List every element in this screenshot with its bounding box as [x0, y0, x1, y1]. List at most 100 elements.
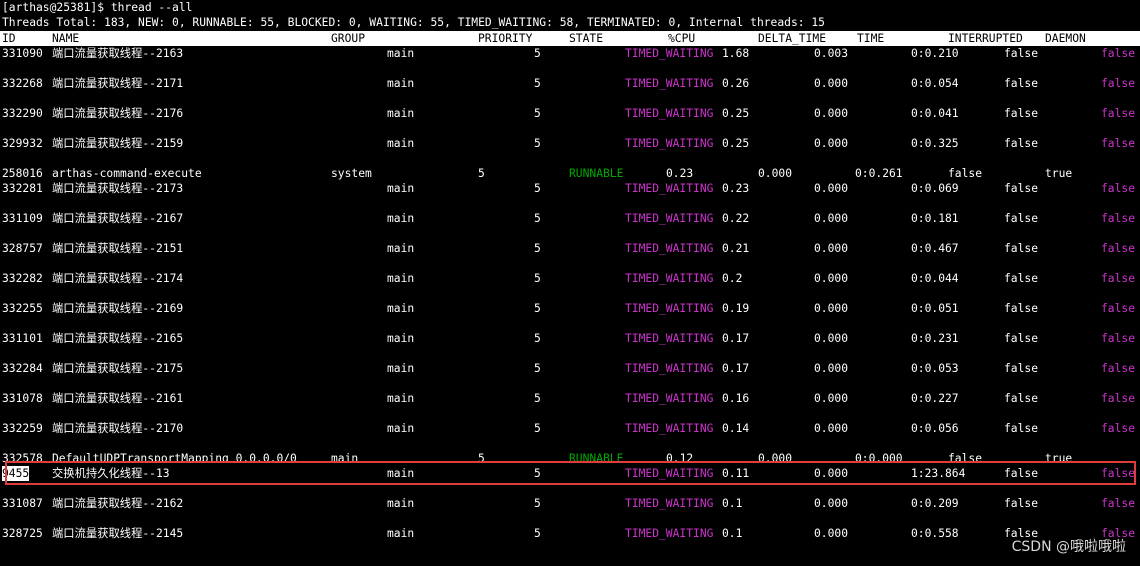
- cell-delta-time: 0.000: [814, 272, 849, 285]
- table-row: 328757 端口流量获取线程--2151 main 5 TIMED_WAITI…: [0, 241, 1140, 256]
- header-interrupted: INTERRUPTED: [948, 32, 1023, 45]
- cell-interrupted: false: [1004, 107, 1039, 120]
- cell-interrupted: false: [1004, 422, 1039, 435]
- cell-daemon: false: [1101, 77, 1136, 90]
- cell-time: 0:0.325: [911, 137, 959, 150]
- cell-id: 332268: [2, 77, 43, 90]
- header-id: ID: [2, 32, 16, 45]
- highlight-box: [5, 461, 1136, 485]
- cell-interrupted: false: [1004, 272, 1039, 285]
- cell-delta-time: 0.000: [814, 302, 849, 315]
- cell-priority: 5: [534, 182, 541, 195]
- cell-time: 0:0.056: [911, 422, 959, 435]
- cell-priority: 5: [478, 167, 485, 180]
- cell-id: 328725: [2, 527, 43, 540]
- table-row: 332281 端口流量获取线程--2173 main 5 TIMED_WAITI…: [0, 181, 1140, 196]
- cell-time: 0:0.069: [911, 182, 959, 195]
- table-row: 331087 端口流量获取线程--2162 main 5 TIMED_WAITI…: [0, 496, 1140, 511]
- cell-delta-time: 0.000: [758, 167, 793, 180]
- cell-group: main: [387, 272, 415, 285]
- cell-delta-time: 0.000: [814, 362, 849, 375]
- cell-group: main: [387, 497, 415, 510]
- cell-id: 331087: [2, 497, 43, 510]
- cell-delta-time: 0.000: [814, 242, 849, 255]
- cell-daemon: false: [1101, 272, 1136, 285]
- cell-time: 0:0.051: [911, 302, 959, 315]
- cell-delta-time: 0.000: [814, 332, 849, 345]
- cell-daemon: false: [1101, 47, 1136, 60]
- cell-delta-time: 0.000: [814, 212, 849, 225]
- cell-cpu: 0.17: [722, 332, 750, 345]
- cell-name: 端口流量获取线程--2169: [52, 302, 184, 315]
- cell-name: 端口流量获取线程--2159: [52, 137, 184, 150]
- cell-name: 端口流量获取线程--2176: [52, 107, 184, 120]
- cell-id: 332259: [2, 422, 43, 435]
- cell-time: 0:0.181: [911, 212, 959, 225]
- cell-state: TIMED_WAITING: [625, 302, 714, 315]
- cell-group: main: [387, 77, 415, 90]
- table-row: 332290 端口流量获取线程--2176 main 5 TIMED_WAITI…: [0, 106, 1140, 121]
- cell-id: 331090: [2, 47, 43, 60]
- cell-daemon: false: [1101, 392, 1136, 405]
- cell-priority: 5: [534, 392, 541, 405]
- table-row: 328725 端口流量获取线程--2145 main 5 TIMED_WAITI…: [0, 526, 1140, 541]
- cell-delta-time: 0.000: [814, 392, 849, 405]
- cell-cpu: 0.26: [722, 77, 750, 90]
- cell-delta-time: 0.000: [814, 497, 849, 510]
- cell-time: 0:0.041: [911, 107, 959, 120]
- table-row: 331090 端口流量获取线程--2163 main 5 TIMED_WAITI…: [0, 46, 1140, 61]
- header-time: TIME: [857, 32, 885, 45]
- cell-cpu: 0.2: [722, 272, 743, 285]
- cell-interrupted: false: [1004, 47, 1039, 60]
- cell-state: TIMED_WAITING: [625, 47, 714, 60]
- cell-group: system: [331, 167, 372, 180]
- cell-interrupted: false: [1004, 77, 1039, 90]
- cell-cpu: 0.14: [722, 422, 750, 435]
- cell-name: 端口流量获取线程--2163: [52, 47, 184, 60]
- cell-state: TIMED_WAITING: [625, 362, 714, 375]
- cell-priority: 5: [534, 242, 541, 255]
- table-row: 332255 端口流量获取线程--2169 main 5 TIMED_WAITI…: [0, 301, 1140, 316]
- cell-priority: 5: [534, 77, 541, 90]
- cell-delta-time: 0.000: [814, 527, 849, 540]
- cell-daemon: false: [1101, 497, 1136, 510]
- cell-delta-time: 0.000: [814, 182, 849, 195]
- cell-state: TIMED_WAITING: [625, 392, 714, 405]
- cell-state: TIMED_WAITING: [625, 497, 714, 510]
- cell-group: main: [387, 362, 415, 375]
- cell-daemon: false: [1101, 242, 1136, 255]
- cell-priority: 5: [534, 332, 541, 345]
- cell-id: 328757: [2, 242, 43, 255]
- cell-priority: 5: [534, 47, 541, 60]
- cell-name: 端口流量获取线程--2175: [52, 362, 184, 375]
- table-row: 258016 arthas-command-execute system 5 R…: [0, 166, 1140, 181]
- cell-name: 端口流量获取线程--2173: [52, 182, 184, 195]
- cell-name: 端口流量获取线程--2171: [52, 77, 184, 90]
- cell-interrupted: false: [1004, 242, 1039, 255]
- cell-daemon: false: [1101, 422, 1136, 435]
- cell-interrupted: false: [948, 167, 983, 180]
- cell-cpu: 0.16: [722, 392, 750, 405]
- cell-priority: 5: [534, 272, 541, 285]
- cell-state: TIMED_WAITING: [625, 272, 714, 285]
- cell-priority: 5: [534, 212, 541, 225]
- cell-name: 端口流量获取线程--2174: [52, 272, 184, 285]
- cell-state: TIMED_WAITING: [625, 527, 714, 540]
- cell-daemon: false: [1101, 302, 1136, 315]
- cell-id: 329932: [2, 137, 43, 150]
- table-row: 332259 端口流量获取线程--2170 main 5 TIMED_WAITI…: [0, 421, 1140, 436]
- table-row: 329932 端口流量获取线程--2159 main 5 TIMED_WAITI…: [0, 136, 1140, 151]
- cell-group: main: [387, 212, 415, 225]
- cell-name: 端口流量获取线程--2161: [52, 392, 184, 405]
- cell-group: main: [387, 332, 415, 345]
- cell-interrupted: false: [1004, 332, 1039, 345]
- cell-state: TIMED_WAITING: [625, 212, 714, 225]
- cell-daemon: false: [1101, 107, 1136, 120]
- cell-id: 258016: [2, 167, 43, 180]
- cell-id: 331101: [2, 332, 43, 345]
- command-prompt: [arthas@25381]$ thread --all: [2, 1, 193, 14]
- table-row: 331109 端口流量获取线程--2167 main 5 TIMED_WAITI…: [0, 211, 1140, 226]
- header-cpu: %CPU: [668, 32, 696, 45]
- cell-group: main: [387, 137, 415, 150]
- cell-priority: 5: [534, 302, 541, 315]
